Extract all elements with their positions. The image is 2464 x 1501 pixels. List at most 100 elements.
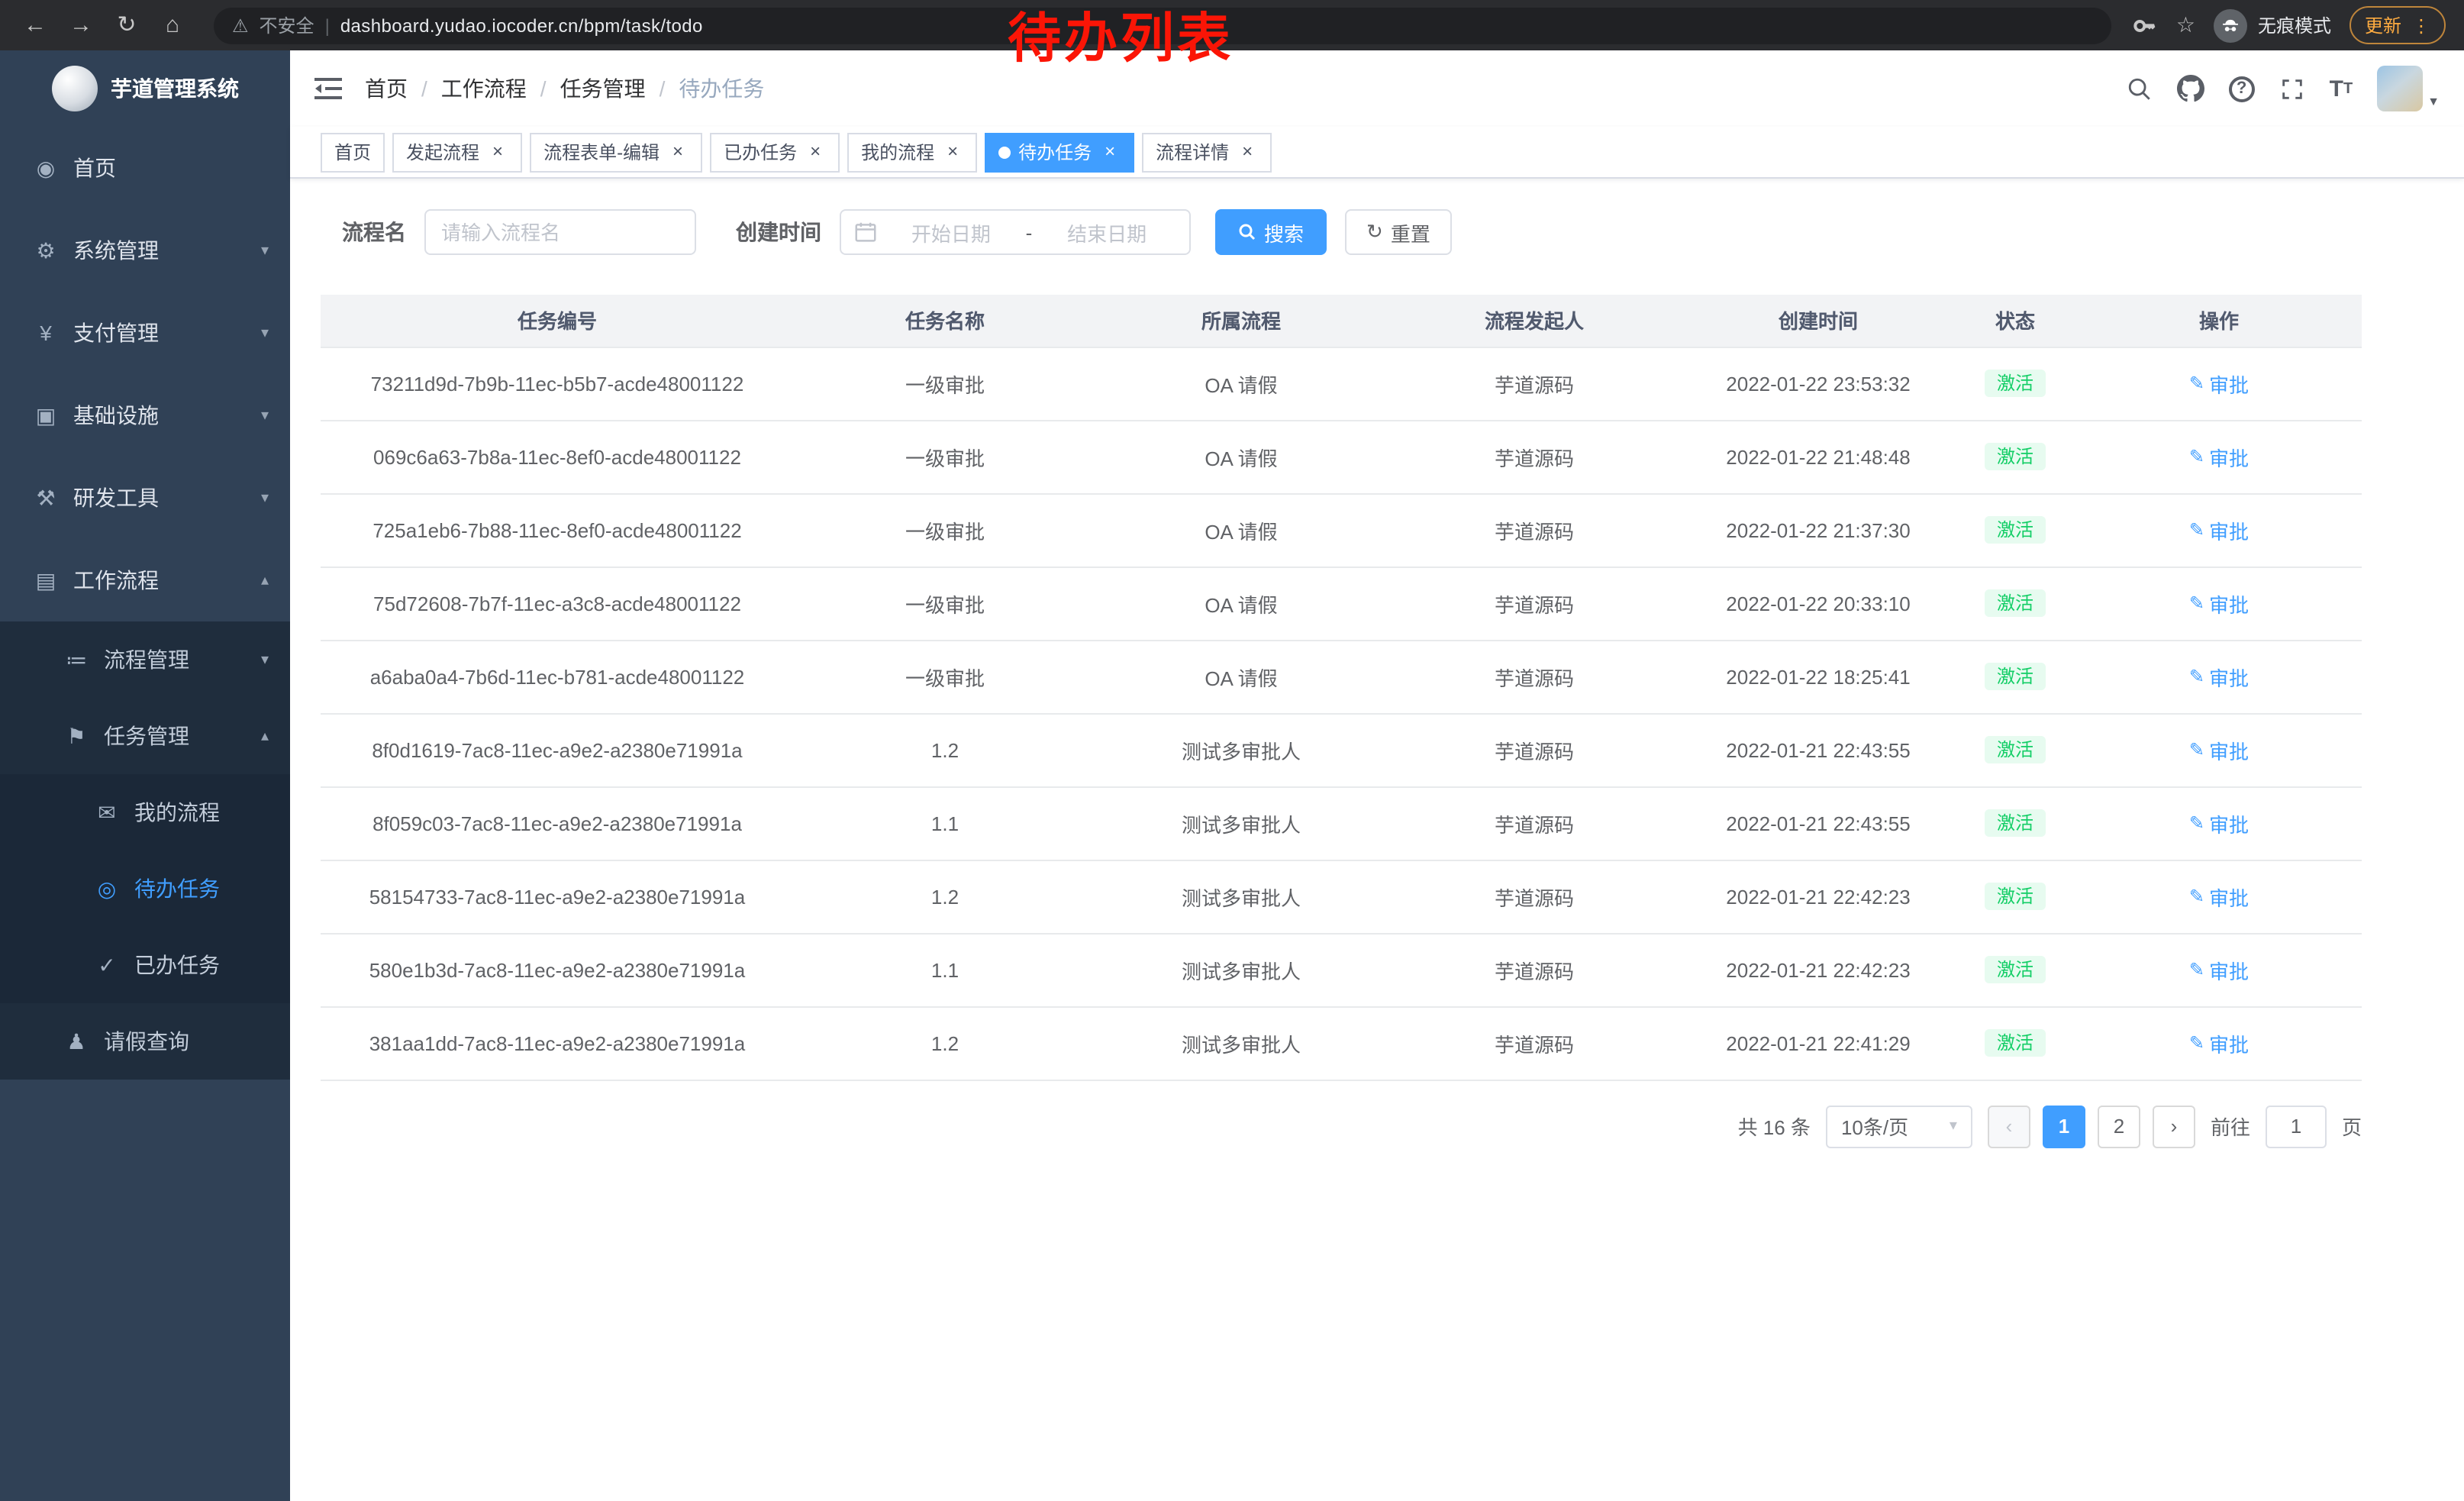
github-icon[interactable] — [2177, 75, 2204, 102]
app-window: 芋道管理系统 ◉首页⚙系统管理▾¥支付管理▾▣基础设施▾⚒研发工具▾▤工作流程▴… — [0, 50, 2464, 1501]
sidebar-item-task-management[interactable]: ⚑任务管理▴ — [0, 698, 290, 774]
initiator-cell: 芋道源码 — [1386, 786, 1682, 860]
key-icon[interactable] — [2133, 13, 2158, 37]
browser-actions: ☆ 无痕模式 更新 ⋮ — [2133, 6, 2449, 44]
date-separator: - — [1026, 221, 1033, 244]
app-logo[interactable]: 芋道管理系统 — [0, 50, 290, 127]
breadcrumb-item[interactable]: 首页 — [365, 73, 408, 104]
tab-我的流程[interactable]: 我的流程× — [847, 132, 977, 172]
annotation-text: 待办列表 — [1008, 9, 1234, 70]
sidebar-item-payment-management[interactable]: ¥支付管理▾ — [0, 292, 290, 374]
edit-icon: ✎ — [2189, 886, 2204, 907]
task-id-cell: 75d72608-7b7f-11ec-a3c8-acde48001122 — [321, 567, 794, 640]
font-size-icon[interactable]: TT — [2330, 76, 2353, 102]
help-icon[interactable]: ? — [2229, 76, 2255, 102]
flag-icon: ⚑ — [61, 723, 92, 749]
goto-page-input[interactable] — [2266, 1105, 2327, 1148]
tab-已办任务[interactable]: 已办任务× — [710, 132, 840, 172]
approve-link[interactable]: ✎审批 — [2189, 442, 2249, 471]
browser-back-button[interactable]: ← — [15, 5, 55, 45]
sidebar-item-leave-query[interactable]: ♟请假查询 — [0, 1003, 290, 1080]
browser-home-button[interactable]: ⌂ — [153, 5, 192, 45]
browser-forward-button[interactable]: → — [61, 5, 101, 45]
sidebar-item-todo-tasks[interactable]: ◎待办任务 — [0, 851, 290, 927]
close-icon[interactable]: × — [667, 141, 689, 163]
page-button-1[interactable]: 1 — [2043, 1105, 2085, 1148]
approve-link[interactable]: ✎审批 — [2189, 809, 2249, 838]
approve-link[interactable]: ✎审批 — [2189, 589, 2249, 618]
approve-link[interactable]: ✎审批 — [2189, 369, 2249, 398]
initiator-cell: 芋道源码 — [1386, 1006, 1682, 1080]
approve-link[interactable]: ✎审批 — [2189, 662, 2249, 691]
edit-icon: ✎ — [2189, 519, 2204, 541]
user-avatar[interactable]: ▼ — [2377, 66, 2440, 111]
tab-待办任务[interactable]: 待办任务× — [985, 132, 1134, 172]
task-id-cell: 580e1b3d-7ac8-11ec-a9e2-a2380e71991a — [321, 933, 794, 1006]
close-icon[interactable]: × — [805, 141, 826, 163]
edit-icon: ✎ — [2189, 666, 2204, 687]
search-icon[interactable] — [2127, 76, 2153, 102]
task-table: 任务编号任务名称所属流程流程发起人创建时间状态操作 73211d9d-7b9b-… — [321, 295, 2362, 1080]
initiator-cell: 芋道源码 — [1386, 640, 1682, 713]
task-name-cell: 一级审批 — [794, 640, 1096, 713]
sidebar-item-my-process[interactable]: ✉我的流程 — [0, 774, 290, 851]
search-button[interactable]: 搜索 — [1215, 209, 1327, 255]
close-icon[interactable]: × — [487, 141, 508, 163]
initiator-cell: 芋道源码 — [1386, 933, 1682, 1006]
close-icon[interactable]: × — [1099, 141, 1121, 163]
browser-menu-icon[interactable]: ⋮ — [2412, 15, 2430, 36]
create-time-cell: 2022-01-21 22:42:23 — [1682, 933, 1954, 1006]
approve-link[interactable]: ✎审批 — [2189, 882, 2249, 911]
sidebar-item-home[interactable]: ◉首页 — [0, 127, 290, 209]
update-button[interactable]: 更新 ⋮ — [2350, 6, 2446, 44]
sidebar-item-process-management[interactable]: ≔流程管理▾ — [0, 621, 290, 698]
sidebar-item-dev-tools[interactable]: ⚒研发工具▾ — [0, 457, 290, 539]
task-name-cell: 1.2 — [794, 1006, 1096, 1080]
tab-流程详情[interactable]: 流程详情× — [1142, 132, 1272, 172]
create-time-cell: 2022-01-21 22:43:55 — [1682, 786, 1954, 860]
task-id-cell: 73211d9d-7b9b-11ec-b5b7-acde48001122 — [321, 347, 794, 420]
close-icon[interactable]: × — [1237, 141, 1258, 163]
reset-button[interactable]: ↻ 重置 — [1345, 209, 1452, 255]
sidebar-item-system-management[interactable]: ⚙系统管理▾ — [0, 209, 290, 292]
next-page-button[interactable]: › — [2153, 1105, 2195, 1148]
approve-link[interactable]: ✎审批 — [2189, 955, 2249, 984]
status-badge: 激活 — [1985, 1029, 2046, 1057]
tab-流程表单-编辑[interactable]: 流程表单-编辑× — [530, 132, 702, 172]
close-icon[interactable]: × — [942, 141, 963, 163]
eye-icon: ◎ — [92, 876, 122, 902]
approve-link[interactable]: ✎审批 — [2189, 515, 2249, 544]
breadcrumb-item[interactable]: 任务管理 — [560, 73, 646, 104]
chevron-down-icon: ▾ — [261, 651, 269, 668]
approve-link[interactable]: ✎审批 — [2189, 1028, 2249, 1057]
process-cell: 测试多审批人 — [1096, 933, 1386, 1006]
sidebar-item-done-tasks[interactable]: ✓已办任务 — [0, 927, 290, 1003]
collapse-sidebar-button[interactable] — [314, 76, 342, 101]
task-name-cell: 1.2 — [794, 860, 1096, 933]
address-divider: | — [325, 15, 330, 36]
task-id-cell: a6aba0a4-7b6d-11ec-b781-acde48001122 — [321, 640, 794, 713]
page-size-select[interactable]: 10条/页 ▾ — [1826, 1105, 1972, 1148]
prev-page-button[interactable]: ‹ — [1988, 1105, 2030, 1148]
fullscreen-icon[interactable] — [2279, 76, 2305, 102]
task-id-cell: 069c6a63-7b8a-11ec-8ef0-acde48001122 — [321, 420, 794, 493]
sidebar-item-workflow[interactable]: ▤工作流程▴ — [0, 539, 290, 621]
browser-refresh-button[interactable]: ↻ — [107, 5, 147, 45]
sidebar-item-infrastructure[interactable]: ▣基础设施▾ — [0, 374, 290, 457]
tab-发起流程[interactable]: 发起流程× — [392, 132, 522, 172]
process-cell: 测试多审批人 — [1096, 860, 1386, 933]
status-badge: 激活 — [1985, 956, 2046, 983]
process-name-input[interactable] — [424, 209, 696, 255]
pagination: 共 16 条 10条/页 ▾ ‹ 12 › 前往 页 — [321, 1105, 2362, 1148]
edit-icon: ✎ — [2189, 592, 2204, 614]
tab-首页[interactable]: 首页 — [321, 132, 385, 172]
create-time-cell: 2022-01-22 21:48:48 — [1682, 420, 1954, 493]
approve-link[interactable]: ✎审批 — [2189, 735, 2249, 764]
security-label: 不安全 — [260, 12, 314, 38]
column-header: 所属流程 — [1096, 295, 1386, 347]
column-header: 状态 — [1954, 295, 2076, 347]
bookmark-star-icon[interactable]: ☆ — [2176, 12, 2195, 38]
page-button-2[interactable]: 2 — [2098, 1105, 2140, 1148]
breadcrumb-item[interactable]: 工作流程 — [441, 73, 527, 104]
date-range-picker[interactable]: 开始日期 - 结束日期 — [840, 209, 1191, 255]
